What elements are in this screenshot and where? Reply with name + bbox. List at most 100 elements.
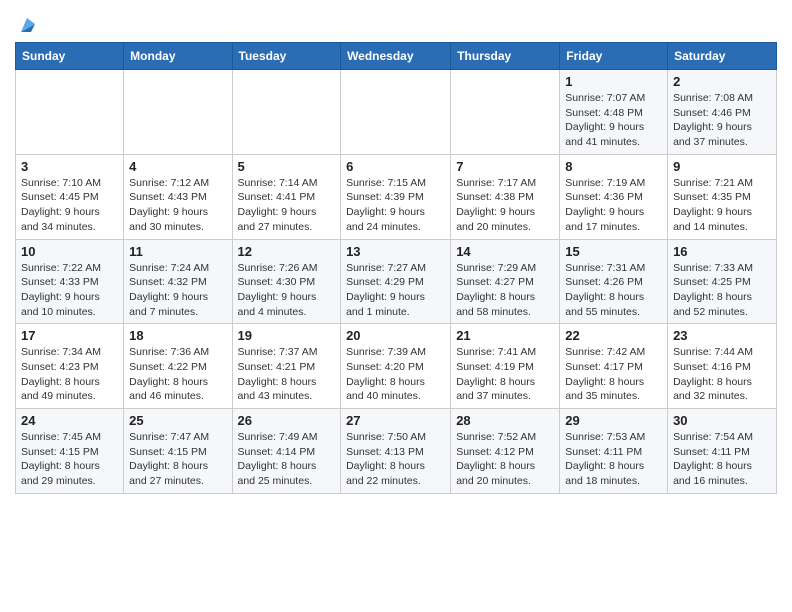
day-number: 21 <box>456 328 554 343</box>
day-number: 13 <box>346 244 445 259</box>
day-cell: 9 Sunrise: 7:21 AM Sunset: 4:35 PM Daylig… <box>668 154 777 239</box>
day-number: 25 <box>129 413 226 428</box>
day-cell: 18 Sunrise: 7:36 AM Sunset: 4:22 PM Dayli… <box>124 324 232 409</box>
day-number: 5 <box>238 159 336 174</box>
day-info: Sunrise: 7:44 AM Sunset: 4:16 PM Dayligh… <box>673 345 771 404</box>
day-number: 18 <box>129 328 226 343</box>
col-header-saturday: Saturday <box>668 43 777 70</box>
day-info: Sunrise: 7:17 AM Sunset: 4:38 PM Dayligh… <box>456 176 554 235</box>
day-cell: 24 Sunrise: 7:45 AM Sunset: 4:15 PM Dayli… <box>16 409 124 494</box>
day-info: Sunrise: 7:52 AM Sunset: 4:12 PM Dayligh… <box>456 430 554 489</box>
day-info: Sunrise: 7:41 AM Sunset: 4:19 PM Dayligh… <box>456 345 554 404</box>
day-cell: 29Sunrise: 7:53 AM Sunset: 4:11 PM Dayli… <box>560 409 668 494</box>
day-number: 12 <box>238 244 336 259</box>
day-info: Sunrise: 7:08 AM Sunset: 4:46 PM Dayligh… <box>673 91 771 150</box>
day-info: Sunrise: 7:21 AM Sunset: 4:35 PM Dayligh… <box>673 176 771 235</box>
day-info: Sunrise: 7:22 AM Sunset: 4:33 PM Dayligh… <box>21 261 118 320</box>
day-cell: 21 Sunrise: 7:41 AM Sunset: 4:19 PM Dayli… <box>451 324 560 409</box>
day-info: Sunrise: 7:29 AM Sunset: 4:27 PM Dayligh… <box>456 261 554 320</box>
day-cell: 27 Sunrise: 7:50 AM Sunset: 4:13 PM Dayli… <box>341 409 451 494</box>
logo-icon <box>17 14 39 36</box>
day-cell: 8 Sunrise: 7:19 AM Sunset: 4:36 PM Daylig… <box>560 154 668 239</box>
day-cell: 25 Sunrise: 7:47 AM Sunset: 4:15 PM Dayli… <box>124 409 232 494</box>
day-info: Sunrise: 7:10 AM Sunset: 4:45 PM Dayligh… <box>21 176 118 235</box>
day-cell: 10 Sunrise: 7:22 AM Sunset: 4:33 PM Dayli… <box>16 239 124 324</box>
day-number: 23 <box>673 328 771 343</box>
day-cell: 30Sunrise: 7:54 AM Sunset: 4:11 PM Dayli… <box>668 409 777 494</box>
day-number: 4 <box>129 159 226 174</box>
day-number: 3 <box>21 159 118 174</box>
day-cell: 19 Sunrise: 7:37 AM Sunset: 4:21 PM Dayli… <box>232 324 341 409</box>
day-cell: 2 Sunrise: 7:08 AM Sunset: 4:46 PM Daylig… <box>668 70 777 155</box>
day-info: Sunrise: 7:54 AM Sunset: 4:11 PM Dayligh… <box>673 430 771 489</box>
day-cell: 14 Sunrise: 7:29 AM Sunset: 4:27 PM Dayli… <box>451 239 560 324</box>
day-cell <box>341 70 451 155</box>
day-cell: 12 Sunrise: 7:26 AM Sunset: 4:30 PM Dayli… <box>232 239 341 324</box>
day-number: 26 <box>238 413 336 428</box>
col-header-tuesday: Tuesday <box>232 43 341 70</box>
day-info: Sunrise: 7:50 AM Sunset: 4:13 PM Dayligh… <box>346 430 445 489</box>
day-info: Sunrise: 7:36 AM Sunset: 4:22 PM Dayligh… <box>129 345 226 404</box>
day-number: 2 <box>673 74 771 89</box>
day-number: 17 <box>21 328 118 343</box>
day-cell: 6 Sunrise: 7:15 AM Sunset: 4:39 PM Daylig… <box>341 154 451 239</box>
day-number: 20 <box>346 328 445 343</box>
day-number: 19 <box>238 328 336 343</box>
logo <box>15 10 39 36</box>
col-header-sunday: Sunday <box>16 43 124 70</box>
day-cell: 5 Sunrise: 7:14 AM Sunset: 4:41 PM Daylig… <box>232 154 341 239</box>
day-info: Sunrise: 7:14 AM Sunset: 4:41 PM Dayligh… <box>238 176 336 235</box>
day-cell <box>16 70 124 155</box>
calendar-table: SundayMondayTuesdayWednesdayThursdayFrid… <box>15 42 777 494</box>
day-cell: 28 Sunrise: 7:52 AM Sunset: 4:12 PM Dayli… <box>451 409 560 494</box>
day-cell: 4Sunrise: 7:12 AM Sunset: 4:43 PM Daylig… <box>124 154 232 239</box>
day-number: 24 <box>21 413 118 428</box>
day-info: Sunrise: 7:31 AM Sunset: 4:26 PM Dayligh… <box>565 261 662 320</box>
header-row: SundayMondayTuesdayWednesdayThursdayFrid… <box>16 43 777 70</box>
day-info: Sunrise: 7:42 AM Sunset: 4:17 PM Dayligh… <box>565 345 662 404</box>
day-info: Sunrise: 7:47 AM Sunset: 4:15 PM Dayligh… <box>129 430 226 489</box>
day-number: 15 <box>565 244 662 259</box>
day-number: 10 <box>21 244 118 259</box>
day-info: Sunrise: 7:27 AM Sunset: 4:29 PM Dayligh… <box>346 261 445 320</box>
day-info: Sunrise: 7:26 AM Sunset: 4:30 PM Dayligh… <box>238 261 336 320</box>
page: SundayMondayTuesdayWednesdayThursdayFrid… <box>0 0 792 509</box>
day-cell: 17Sunrise: 7:34 AM Sunset: 4:23 PM Dayli… <box>16 324 124 409</box>
day-number: 6 <box>346 159 445 174</box>
day-info: Sunrise: 7:45 AM Sunset: 4:15 PM Dayligh… <box>21 430 118 489</box>
day-number: 7 <box>456 159 554 174</box>
day-cell: 1Sunrise: 7:07 AM Sunset: 4:48 PM Daylig… <box>560 70 668 155</box>
day-cell: 26 Sunrise: 7:49 AM Sunset: 4:14 PM Dayli… <box>232 409 341 494</box>
day-number: 9 <box>673 159 771 174</box>
day-info: Sunrise: 7:24 AM Sunset: 4:32 PM Dayligh… <box>129 261 226 320</box>
day-cell: 11 Sunrise: 7:24 AM Sunset: 4:32 PM Dayli… <box>124 239 232 324</box>
day-cell <box>232 70 341 155</box>
day-number: 8 <box>565 159 662 174</box>
week-row-4: 17Sunrise: 7:34 AM Sunset: 4:23 PM Dayli… <box>16 324 777 409</box>
col-header-thursday: Thursday <box>451 43 560 70</box>
day-cell: 3 Sunrise: 7:10 AM Sunset: 4:45 PM Daylig… <box>16 154 124 239</box>
day-number: 27 <box>346 413 445 428</box>
day-info: Sunrise: 7:19 AM Sunset: 4:36 PM Dayligh… <box>565 176 662 235</box>
day-cell <box>451 70 560 155</box>
day-number: 28 <box>456 413 554 428</box>
week-row-3: 10 Sunrise: 7:22 AM Sunset: 4:33 PM Dayli… <box>16 239 777 324</box>
day-info: Sunrise: 7:39 AM Sunset: 4:20 PM Dayligh… <box>346 345 445 404</box>
day-cell: 16 Sunrise: 7:33 AM Sunset: 4:25 PM Dayli… <box>668 239 777 324</box>
day-info: Sunrise: 7:49 AM Sunset: 4:14 PM Dayligh… <box>238 430 336 489</box>
col-header-wednesday: Wednesday <box>341 43 451 70</box>
header <box>15 10 777 36</box>
day-cell: 23 Sunrise: 7:44 AM Sunset: 4:16 PM Dayli… <box>668 324 777 409</box>
day-info: Sunrise: 7:53 AM Sunset: 4:11 PM Dayligh… <box>565 430 662 489</box>
day-number: 16 <box>673 244 771 259</box>
day-number: 22 <box>565 328 662 343</box>
day-number: 14 <box>456 244 554 259</box>
day-number: 11 <box>129 244 226 259</box>
day-number: 1 <box>565 74 662 89</box>
day-cell: 20 Sunrise: 7:39 AM Sunset: 4:20 PM Dayli… <box>341 324 451 409</box>
logo-text <box>15 14 39 36</box>
day-info: Sunrise: 7:37 AM Sunset: 4:21 PM Dayligh… <box>238 345 336 404</box>
week-row-1: 1Sunrise: 7:07 AM Sunset: 4:48 PM Daylig… <box>16 70 777 155</box>
day-info: Sunrise: 7:15 AM Sunset: 4:39 PM Dayligh… <box>346 176 445 235</box>
day-info: Sunrise: 7:33 AM Sunset: 4:25 PM Dayligh… <box>673 261 771 320</box>
